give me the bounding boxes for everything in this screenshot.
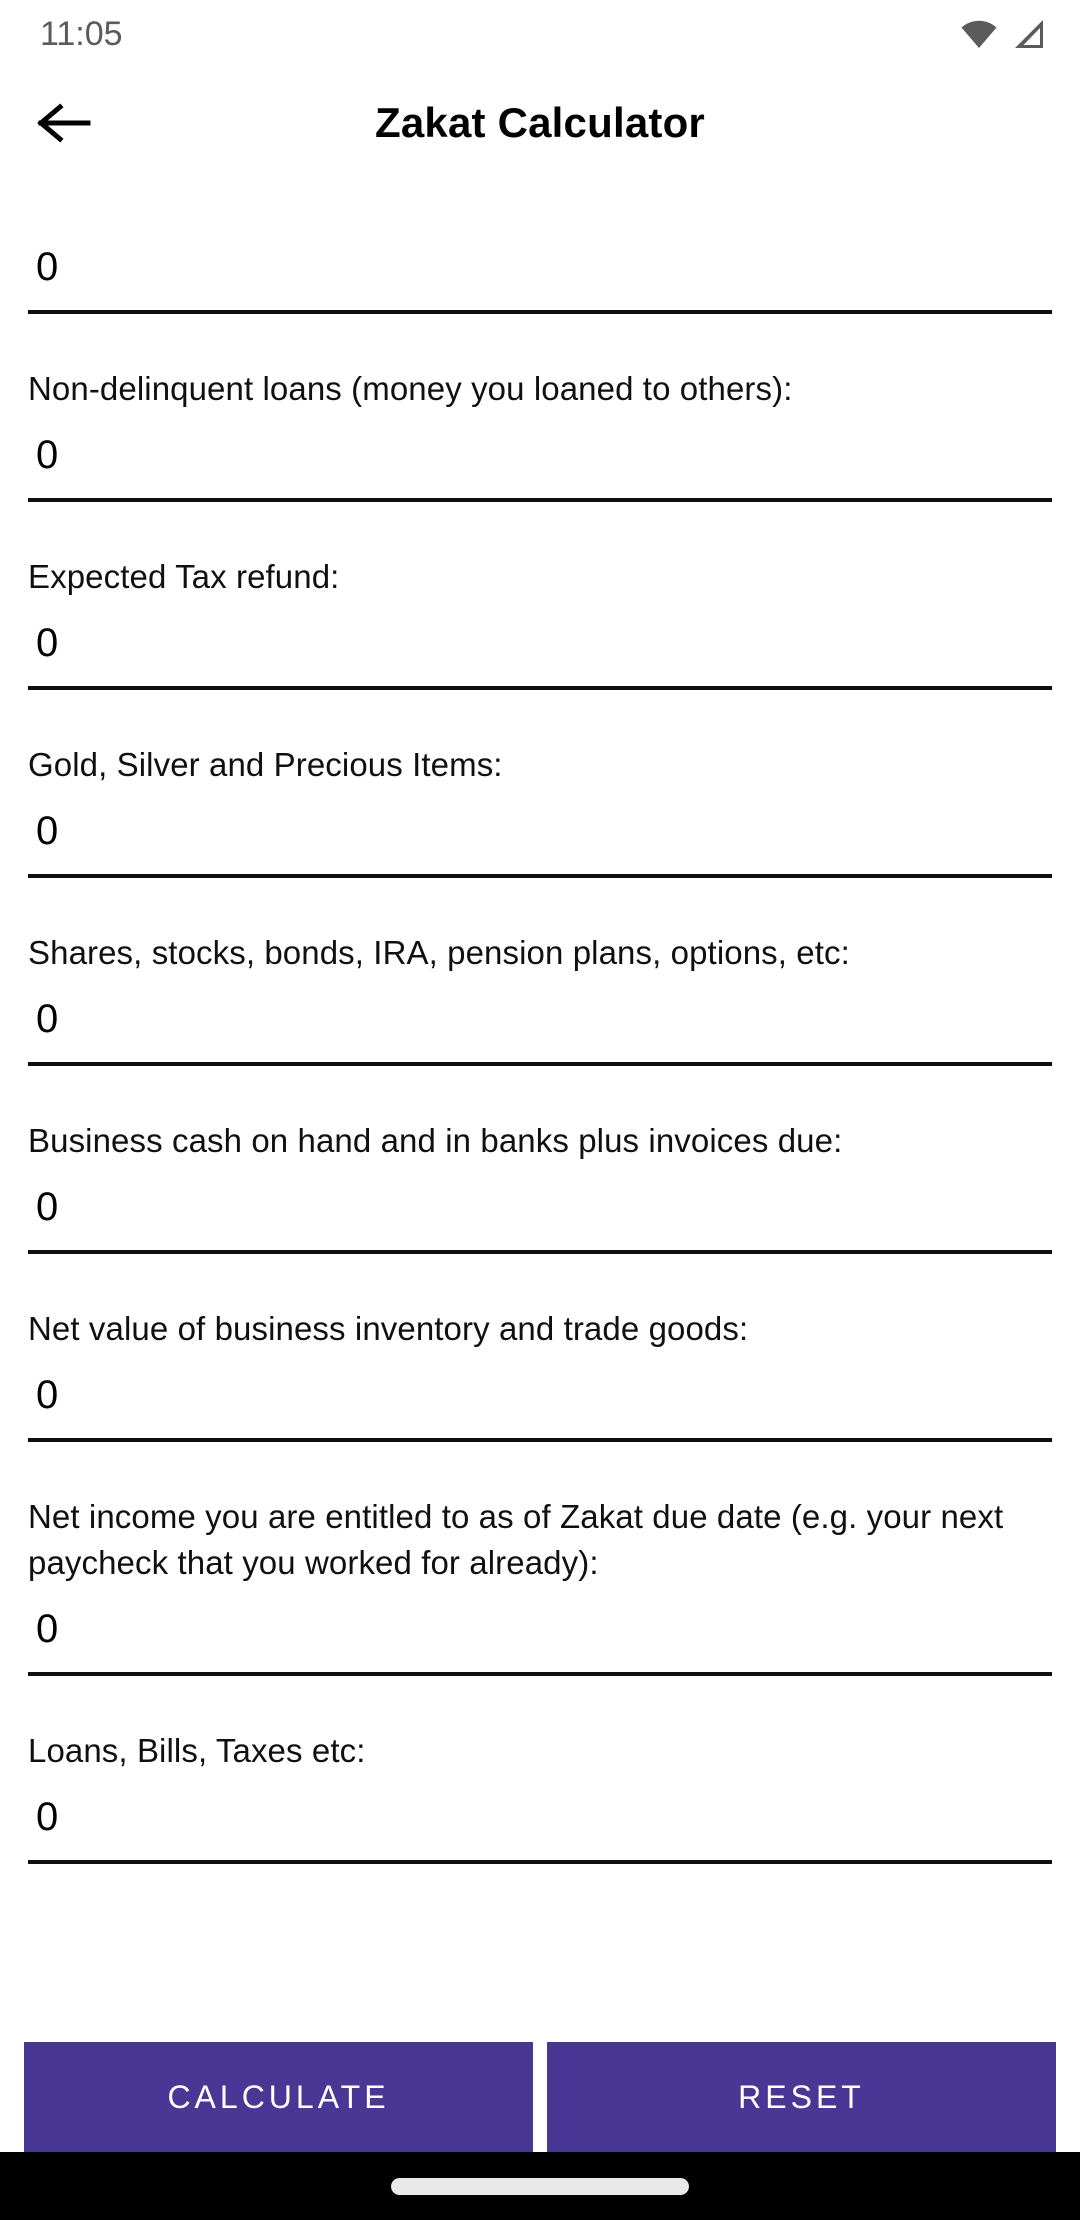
field-label: Shares, stocks, bonds, IRA, pension plan… xyxy=(28,934,850,971)
input-wrapper xyxy=(28,422,1052,508)
field-label: Net value of business inventory and trad… xyxy=(28,1310,749,1347)
input-underline xyxy=(28,310,1052,314)
field-label: Net income you are entitled to as of Zak… xyxy=(28,1498,1004,1581)
input-underline xyxy=(28,1860,1052,1864)
field-label: Business cash on hand and in banks plus … xyxy=(28,1122,843,1159)
status-bar-clock: 11:05 xyxy=(40,15,123,53)
net-income-entitled-field: Net income you are entitled to as of Zak… xyxy=(28,1494,1052,1682)
home-indicator[interactable] xyxy=(391,2177,689,2195)
cellular-signal-icon xyxy=(1012,19,1046,49)
input-wrapper xyxy=(28,986,1052,1072)
input-underline xyxy=(28,1438,1052,1442)
page-title: Zakat Calculator xyxy=(375,99,705,146)
system-navigation-bar xyxy=(0,2152,1080,2220)
field-label: Expected Tax refund: xyxy=(28,558,340,595)
cash-in-hand-and-bank-input[interactable] xyxy=(28,234,1052,314)
expected-tax-refund-input[interactable] xyxy=(28,610,1052,690)
field-label: Loans, Bills, Taxes etc: xyxy=(28,1732,366,1769)
arrow-left-icon xyxy=(36,101,92,145)
input-wrapper xyxy=(28,610,1052,696)
business-inventory-input[interactable] xyxy=(28,1362,1052,1442)
cash-in-hand-and-bank-field xyxy=(28,234,1052,320)
non-delinquent-loans-field: Non-delinquent loans (money you loaned t… xyxy=(28,366,1052,508)
calculate-button[interactable]: CALCULATE xyxy=(24,2042,533,2152)
input-wrapper xyxy=(28,1784,1052,1870)
app-bar: Zakat Calculator xyxy=(0,68,1080,178)
reset-button[interactable]: RESET xyxy=(547,2042,1056,2152)
input-underline xyxy=(28,874,1052,878)
gold-silver-precious-items-field: Gold, Silver and Precious Items: xyxy=(28,742,1052,884)
loans-bills-taxes-input[interactable] xyxy=(28,1784,1052,1864)
shares-stocks-bonds-input[interactable] xyxy=(28,986,1052,1066)
app-screen: 11:05 Zakat Calculator 0 Non-delinquent … xyxy=(0,0,1080,2220)
business-cash-field: Business cash on hand and in banks plus … xyxy=(28,1118,1052,1260)
input-wrapper xyxy=(28,1174,1052,1260)
input-underline xyxy=(28,1062,1052,1066)
input-underline xyxy=(28,1250,1052,1254)
net-income-entitled-input[interactable] xyxy=(28,1596,1052,1676)
input-wrapper xyxy=(28,234,1052,320)
back-button[interactable] xyxy=(28,87,100,159)
input-wrapper xyxy=(28,1362,1052,1448)
business-cash-input[interactable] xyxy=(28,1174,1052,1254)
input-wrapper xyxy=(28,1596,1052,1682)
gold-silver-precious-items-input[interactable] xyxy=(28,798,1052,878)
status-bar: 11:05 xyxy=(0,0,1080,68)
input-underline xyxy=(28,498,1052,502)
loans-bills-taxes-field: Loans, Bills, Taxes etc: xyxy=(28,1728,1052,1870)
wifi-icon xyxy=(960,19,998,49)
input-underline xyxy=(28,686,1052,690)
zakat-form-scroll-area[interactable]: Non-delinquent loans (money you loaned t… xyxy=(0,178,1080,2042)
input-underline xyxy=(28,1672,1052,1676)
field-label: Gold, Silver and Precious Items: xyxy=(28,746,503,783)
field-label: Non-delinquent loans (money you loaned t… xyxy=(28,370,793,407)
status-bar-icons xyxy=(960,19,1046,49)
shares-stocks-bonds-field: Shares, stocks, bonds, IRA, pension plan… xyxy=(28,930,1052,1072)
expected-tax-refund-field: Expected Tax refund: xyxy=(28,554,1052,696)
non-delinquent-loans-input[interactable] xyxy=(28,422,1052,502)
action-button-row: CALCULATE RESET xyxy=(0,2042,1080,2152)
business-inventory-field: Net value of business inventory and trad… xyxy=(28,1306,1052,1448)
input-wrapper xyxy=(28,798,1052,884)
